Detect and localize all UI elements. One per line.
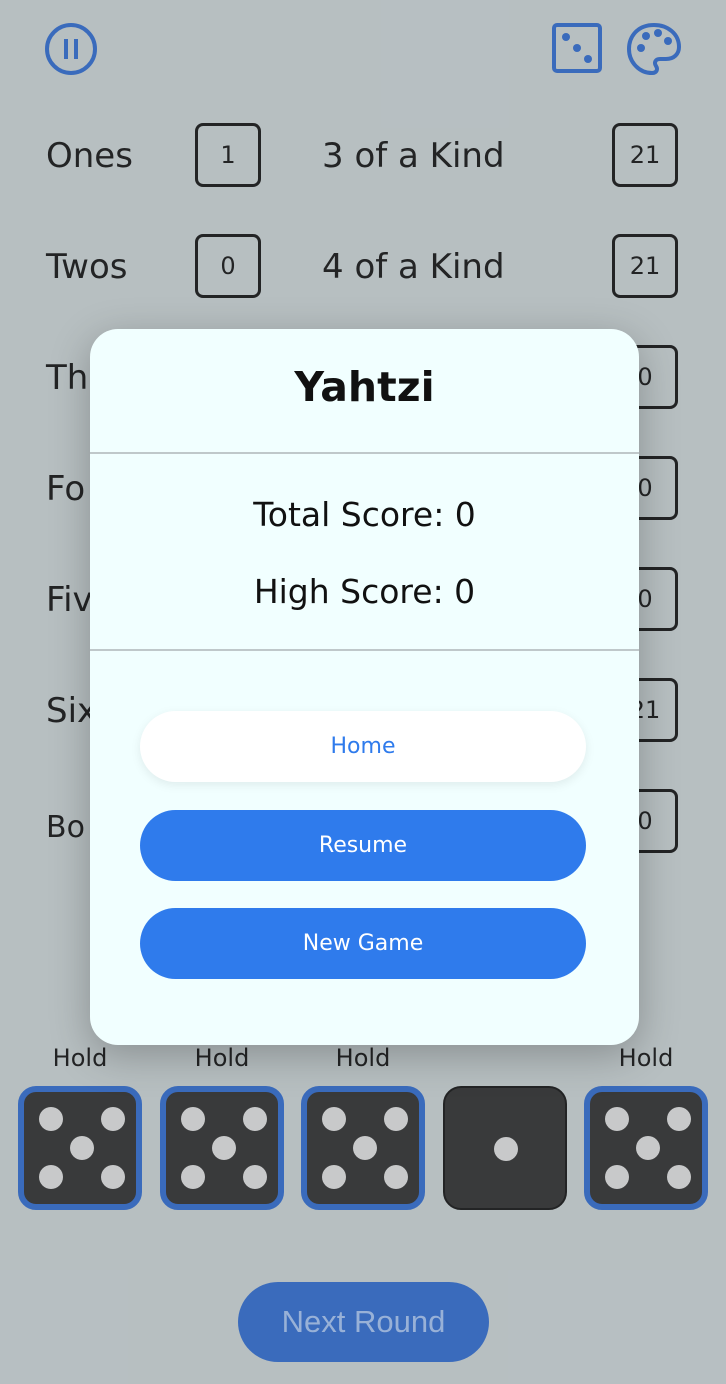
total-score: Total Score: 0 bbox=[253, 495, 476, 534]
pause-modal: Yahtzi Total Score: 0 High Score: 0 Home… bbox=[90, 329, 639, 1045]
divider bbox=[90, 649, 639, 651]
new-game-button[interactable]: New Game bbox=[140, 908, 586, 979]
home-button[interactable]: Home bbox=[140, 711, 586, 782]
high-score: High Score: 0 bbox=[253, 572, 476, 611]
resume-button[interactable]: Resume bbox=[140, 810, 586, 881]
divider bbox=[90, 452, 639, 454]
modal-title: Yahtzi bbox=[294, 363, 435, 411]
